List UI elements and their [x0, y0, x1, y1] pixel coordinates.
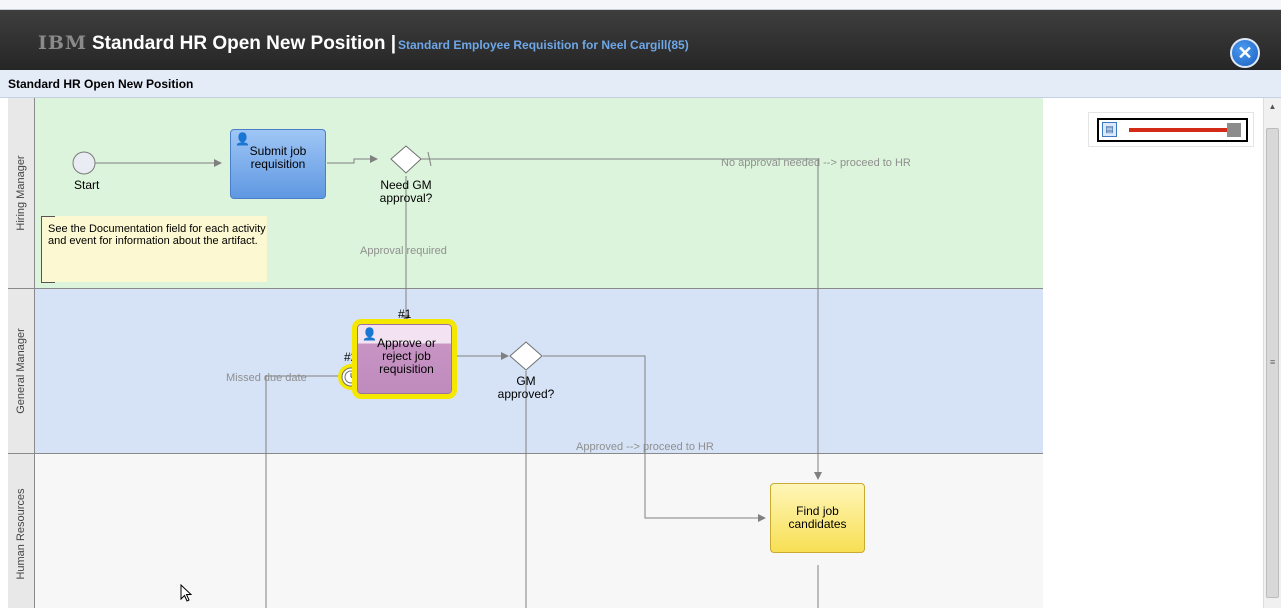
vertical-scrollbar[interactable]: ▲ ≡ — [1263, 98, 1281, 608]
ibm-logo: IBM — [38, 32, 87, 54]
scroll-up-icon[interactable]: ▲ — [1264, 98, 1281, 115]
section-title: Standard HR Open New Position — [8, 77, 194, 91]
section-header: Standard HR Open New Position — [0, 70, 1281, 98]
sequence-flows — [72, 145, 822, 608]
overview-handle[interactable] — [1227, 123, 1241, 137]
start-event-label: Start — [74, 178, 100, 192]
gateway-gm-approved-label: GM approved? — [497, 374, 555, 401]
diagram-overview[interactable]: ▤ — [1088, 112, 1254, 147]
activity-submit-job-requisition[interactable]: 👤 Submit job requisition — [230, 129, 326, 199]
print-icon[interactable]: ▤ — [1102, 122, 1117, 137]
side-panel — [1043, 98, 1263, 608]
process-diagram[interactable]: Hiring Manager General Manager Human Res… — [8, 98, 1043, 608]
flow-label-missed-due: Missed due date — [226, 372, 307, 384]
scroll-thumb[interactable]: ≡ — [1266, 128, 1279, 598]
browser-top-strip — [0, 0, 1281, 10]
activity-label: Find job candidates — [788, 504, 847, 531]
close-icon[interactable]: ✕ — [1230, 38, 1260, 68]
marker-2: #2 — [344, 350, 358, 364]
note-bracket — [41, 282, 55, 283]
note-bracket — [41, 216, 55, 217]
overview-frame: ▤ — [1097, 118, 1248, 142]
instance-subtitle: Standard Employee Requisition for Neel C… — [398, 38, 689, 52]
gateway-need-gm-label: Need GM approval? — [379, 178, 433, 205]
process-title: Standard HR Open New Position | — [92, 33, 397, 54]
title-bar: IBM Standard HR Open New Position | Stan… — [0, 10, 1281, 70]
activity-find-job-candidates[interactable]: Find job candidates — [770, 483, 865, 553]
mouse-cursor-icon — [180, 584, 193, 602]
flow-label-approval-required: Approval required — [360, 245, 447, 257]
marker-1: #1 — [398, 307, 412, 321]
flow-label-approved: Approved --> proceed to HR — [576, 441, 714, 453]
grip-icon: ≡ — [1270, 357, 1276, 367]
activity-approve-or-reject[interactable]: 👤 Approve or reject job requisition — [352, 319, 457, 399]
overview-viewport-line — [1129, 128, 1227, 132]
flow-label-no-approval: No approval needed --> proceed to HR — [721, 157, 911, 169]
documentation-note[interactable]: See the Documentation field for each act… — [41, 216, 267, 282]
user-task-icon: 👤 — [362, 327, 377, 341]
user-task-icon: 👤 — [235, 132, 250, 146]
